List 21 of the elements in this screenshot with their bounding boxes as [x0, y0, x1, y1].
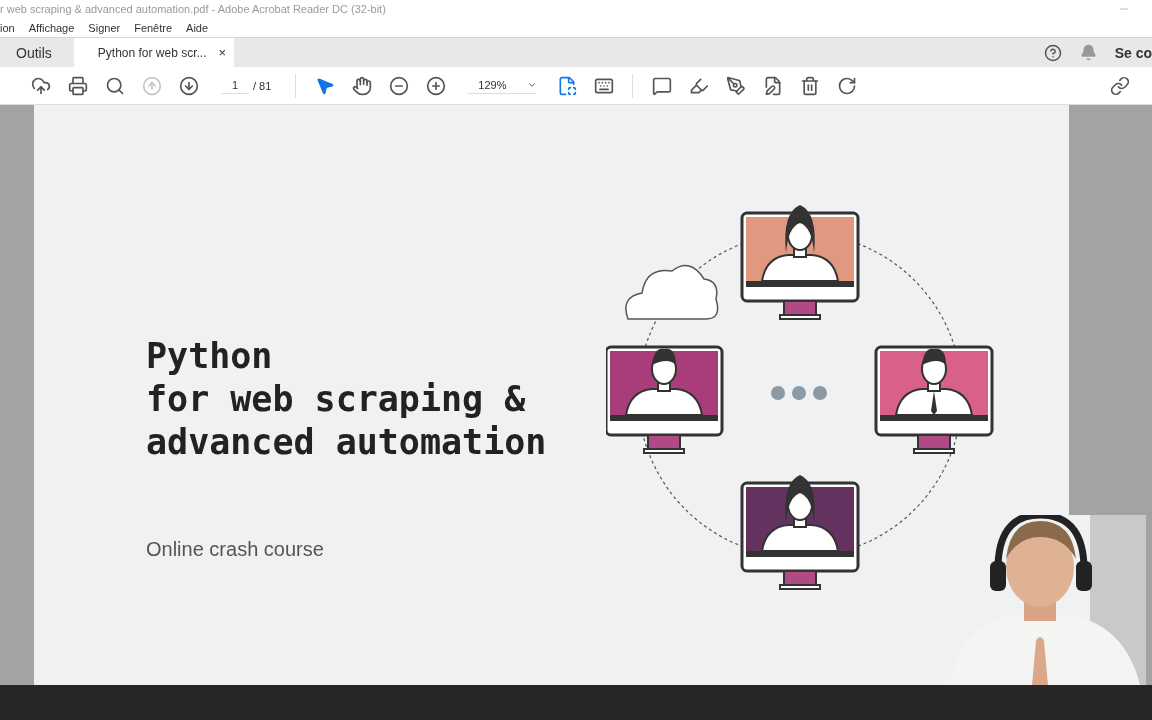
menu-item[interactable]: ion: [0, 21, 15, 34]
hand-icon: [351, 75, 372, 96]
cloud-icon: [625, 264, 719, 320]
zoom-field[interactable]: 129%: [468, 77, 537, 94]
slide-subtitle: Online crash course: [146, 538, 325, 561]
page-count: / 81: [253, 79, 272, 92]
menu-item[interactable]: Aide: [186, 21, 209, 34]
page-number-field[interactable]: 1: [221, 77, 249, 94]
menu-item[interactable]: Affichage: [28, 21, 75, 34]
caret-icon[interactable]: [526, 80, 537, 90]
window-title: r web scraping & advanced automation.pdf - Adobe Acrobat Reader DC (32-bit): [0, 3, 386, 15]
arrow-down-icon: [178, 75, 199, 96]
menu-item[interactable]: Signer: [88, 21, 121, 34]
close-icon[interactable]: ×: [218, 45, 227, 60]
sign-in-link[interactable]: Se co: [1114, 44, 1152, 61]
ellipsis-icon: [771, 386, 827, 400]
document-tab[interactable]: Python for web scr... ×: [73, 38, 235, 67]
arrow-up-icon: [141, 75, 162, 96]
help-icon[interactable]: [1043, 43, 1062, 62]
slide-title: Python for web scraping & advanced automation: [146, 335, 548, 464]
menu-item[interactable]: Fenêtre: [134, 21, 173, 34]
